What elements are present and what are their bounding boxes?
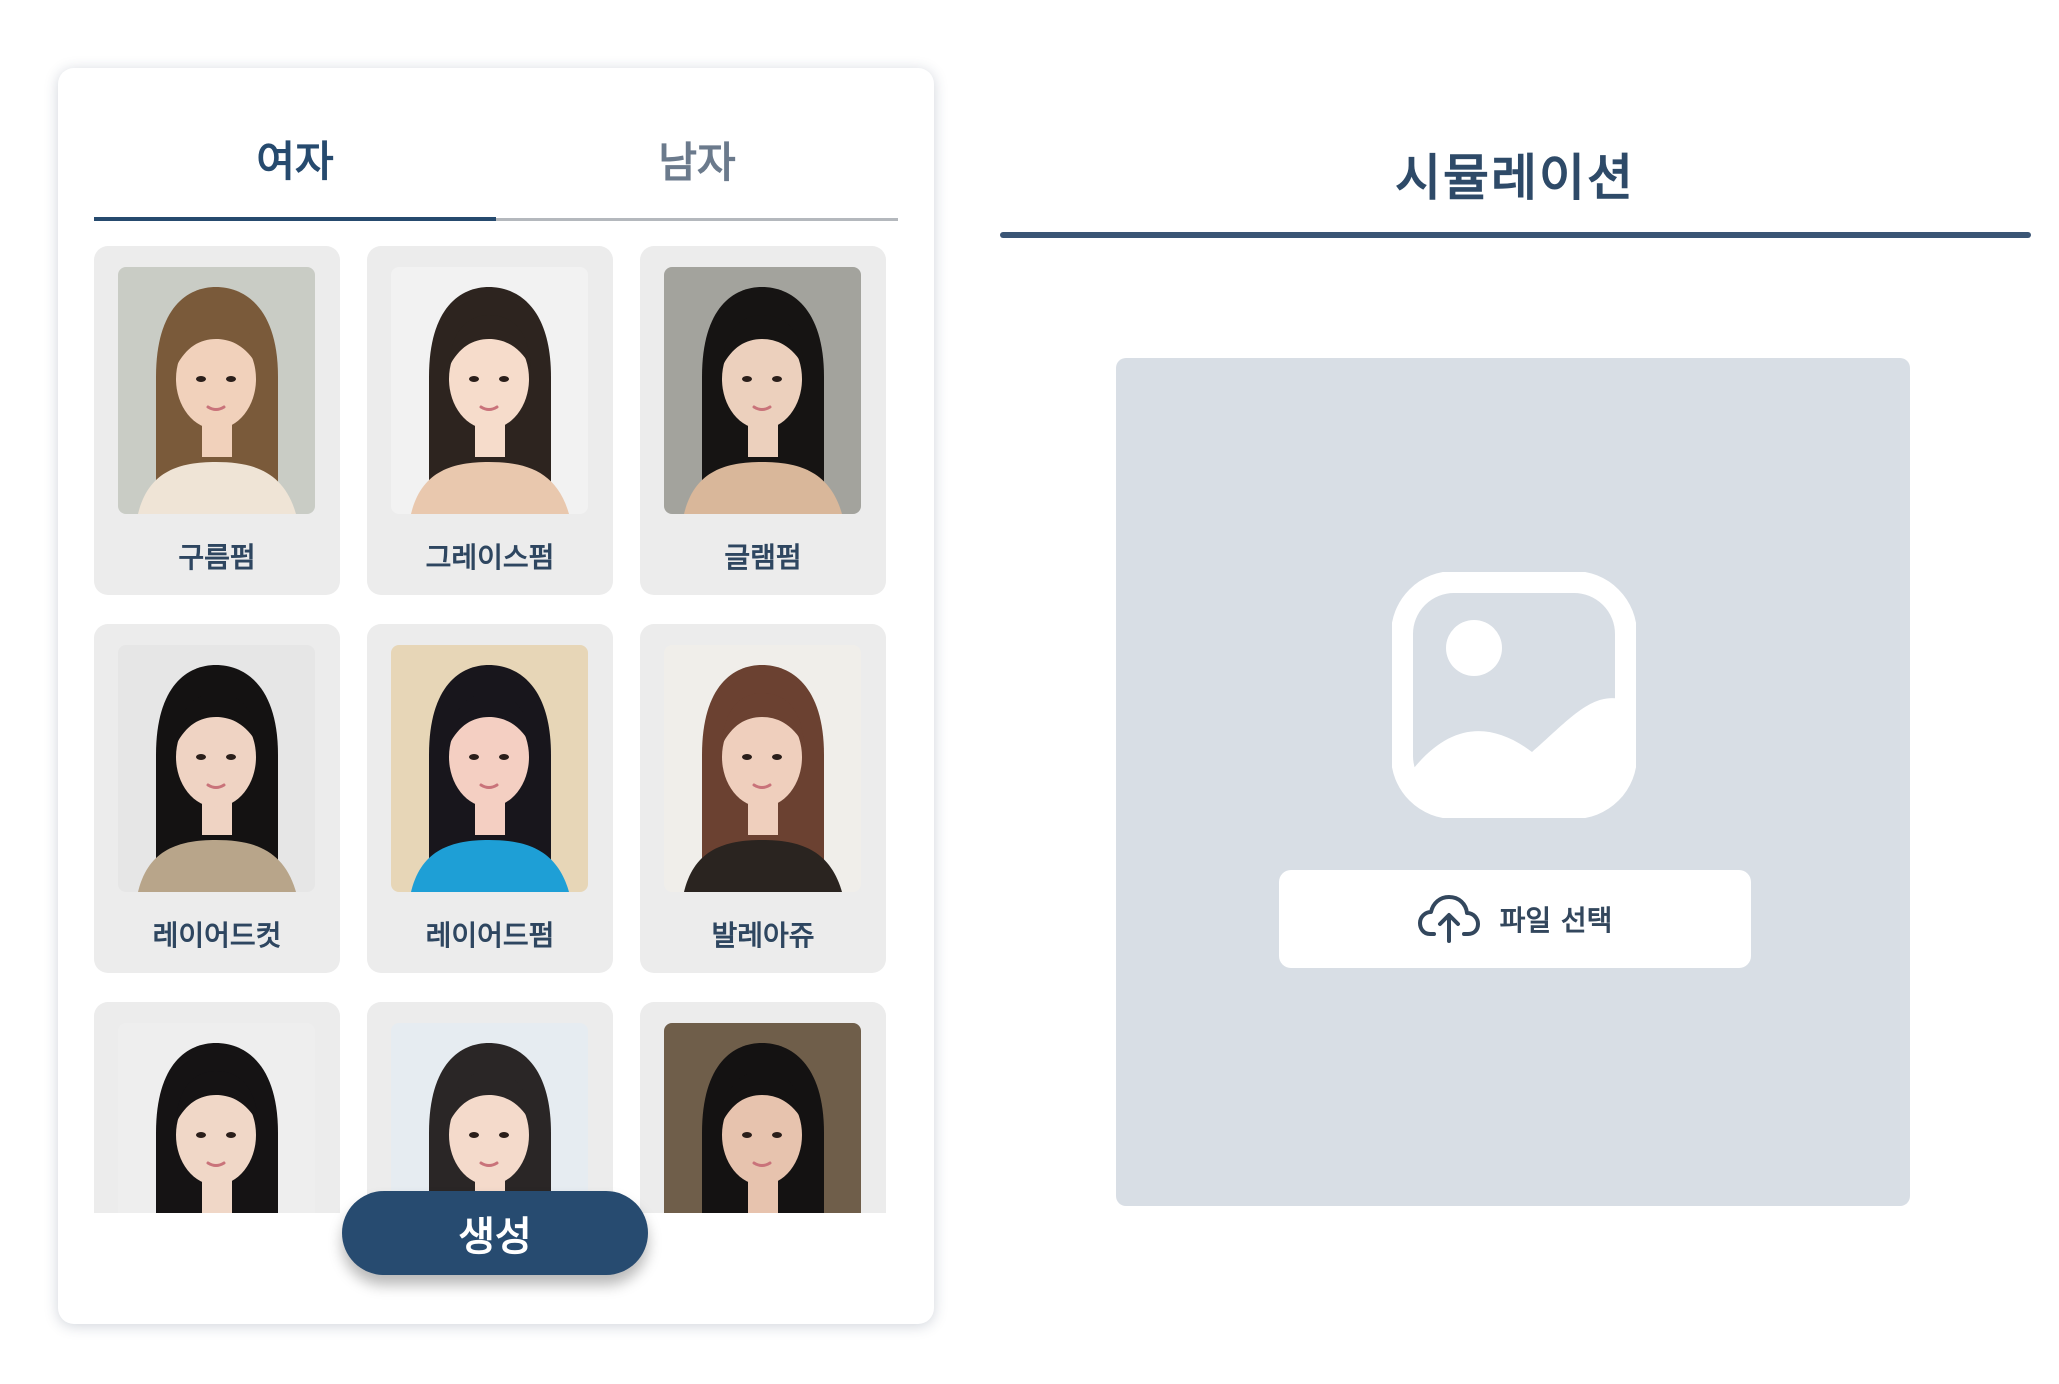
hairstyle-photo: [664, 1023, 861, 1213]
hairstyle-card[interactable]: [94, 1002, 340, 1213]
simulation-title: 시뮬레이션: [1395, 149, 1635, 207]
hairstyle-card[interactable]: 발레아쥬: [640, 624, 886, 973]
hairstyle-photo: [391, 1023, 588, 1213]
hairstyle-label: 구름펌: [178, 541, 256, 574]
hairstyle-card[interactable]: 레이어드펌: [367, 624, 613, 973]
hairstyle-photo: [118, 1023, 315, 1213]
hairstyle-card[interactable]: [640, 1002, 886, 1213]
hairstyle-grid: 구름펌 그레이스펌 글램펌레이어드컷 레이어드펌 발레아쥬: [94, 246, 898, 1213]
hairstyle-card[interactable]: 글램펌: [640, 246, 886, 595]
hairstyle-card[interactable]: 그레이스펌: [367, 246, 613, 595]
hairstyle-label: 글램펌: [724, 541, 802, 574]
hairstyle-photo: [664, 645, 861, 892]
gender-tabs: 여자 남자: [94, 118, 898, 224]
simulation-divider: [1000, 232, 2031, 238]
hairstyle-card[interactable]: 구름펌: [94, 246, 340, 595]
hairstyle-photo: [391, 267, 588, 514]
hairstyle-label: 레이어드컷: [152, 919, 282, 952]
hairstyle-photo: [664, 267, 861, 514]
hairstyle-label: 발레아쥬: [711, 919, 815, 952]
image-placeholder-icon: [1392, 572, 1636, 818]
tab-women[interactable]: 여자: [94, 118, 496, 221]
hairstyle-photo: [118, 267, 315, 514]
hairstyle-grid-scroll[interactable]: 구름펌 그레이스펌 글램펌레이어드컷 레이어드펌 발레아쥬: [94, 246, 898, 1213]
hairstyle-panel: 여자 남자 구름펌 그레이스펌 글램펌레이어드컷 레이어드펌 발레아쥬 생성: [58, 68, 934, 1324]
file-select-button[interactable]: 파일 선택: [1279, 870, 1751, 968]
hairstyle-label: 레이어드펌: [425, 919, 555, 952]
app-root: 여자 남자 구름펌 그레이스펌 글램펌레이어드컷 레이어드펌 발레아쥬 생성 시뮬레이션…: [0, 0, 2059, 1384]
generate-button[interactable]: 생성: [342, 1191, 648, 1275]
cloud-upload-icon: [1417, 895, 1480, 943]
image-drop-area[interactable]: 파일 선택: [1116, 358, 1910, 1206]
file-select-label: 파일 선택: [1499, 904, 1613, 937]
hairstyle-card[interactable]: [367, 1002, 613, 1213]
tab-men[interactable]: 남자: [496, 118, 898, 221]
hairstyle-card[interactable]: 레이어드컷: [94, 624, 340, 973]
hairstyle-photo: [391, 645, 588, 892]
hairstyle-photo: [118, 645, 315, 892]
hairstyle-label: 그레이스펌: [425, 541, 555, 574]
